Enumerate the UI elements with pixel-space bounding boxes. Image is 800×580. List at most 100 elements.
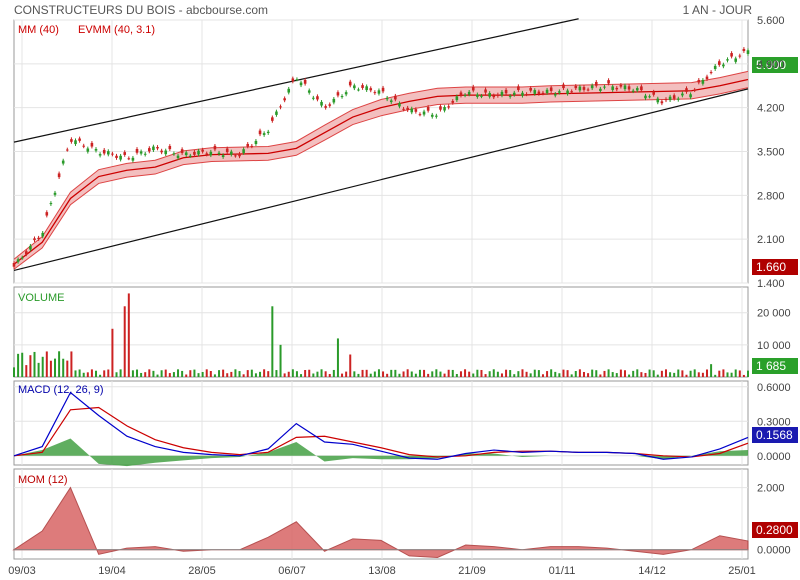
- candle-body: [451, 100, 455, 103]
- volume-bar: [82, 372, 85, 377]
- candle-body: [607, 80, 610, 84]
- candle-body: [361, 85, 364, 88]
- volume-bar: [394, 369, 397, 377]
- volume-bar: [431, 371, 434, 377]
- volume-bar: [115, 372, 118, 377]
- volume-bar: [451, 369, 454, 377]
- y-tick-label: 0.6000: [757, 382, 791, 394]
- candle-body: [455, 96, 459, 101]
- volume-bar: [353, 371, 356, 377]
- x-tick-label: 21/09: [458, 565, 486, 577]
- candle-body: [119, 155, 122, 160]
- candle-body: [619, 84, 623, 87]
- candle-body: [303, 79, 307, 84]
- volume-bar: [37, 362, 40, 377]
- candle-body: [705, 76, 709, 80]
- volume-bar: [361, 369, 364, 377]
- macd-line: [13, 391, 749, 460]
- y-tick-label: 0.0000: [757, 545, 791, 557]
- volume-bar: [111, 328, 114, 377]
- y-tick-label: 4.900: [757, 59, 785, 71]
- candle-body: [480, 95, 483, 97]
- candle-body: [726, 59, 729, 61]
- volume-bar: [33, 351, 36, 377]
- volume-bar: [410, 371, 413, 377]
- volume-bar: [591, 369, 594, 377]
- candle-body: [139, 151, 143, 154]
- candle-body: [648, 96, 651, 98]
- volume-title: VOLUME: [18, 292, 64, 304]
- x-tick-label: 01/11: [549, 565, 576, 577]
- candle-body: [623, 85, 627, 90]
- volume-bar: [254, 373, 257, 377]
- momentum-title: MOM (12): [18, 474, 68, 486]
- volume-bar: [521, 369, 524, 377]
- volume-bar: [308, 369, 311, 377]
- candle-body: [123, 152, 127, 155]
- volume-bar: [554, 371, 557, 377]
- volume-bar: [705, 369, 708, 377]
- chart-svg: MM (40) EVMM (40, 3.1)5.0001.660 VOLUME1 …: [8, 15, 798, 577]
- volume-bar: [119, 369, 122, 377]
- y-tick-label: 3.500: [757, 147, 785, 159]
- volume-bar: [607, 369, 610, 377]
- volume-bar: [54, 358, 57, 377]
- candle-body: [562, 84, 565, 89]
- candle-body: [422, 111, 426, 115]
- candle-body: [582, 87, 586, 90]
- volume-bar: [95, 370, 98, 377]
- candle-body: [164, 150, 168, 155]
- volume-bar: [70, 351, 73, 377]
- candle-body: [33, 238, 36, 241]
- candle-body: [389, 100, 393, 103]
- volume-bar: [99, 374, 102, 377]
- candle-body: [529, 87, 532, 91]
- volume-bar: [685, 374, 688, 377]
- macd-title: MACD (12, 26, 9): [18, 384, 104, 396]
- volume-bar: [541, 374, 544, 377]
- candle-body: [201, 149, 204, 152]
- volume-bar: [283, 373, 286, 377]
- volume-bar: [566, 370, 569, 377]
- volume-bar: [603, 370, 606, 377]
- volume-bar: [160, 370, 163, 377]
- volume-bar: [234, 369, 237, 377]
- candle-body: [143, 153, 147, 155]
- x-tick-label: 28/05: [188, 565, 216, 577]
- price-low-badge: 1.660: [756, 260, 786, 274]
- volume-bar: [271, 306, 274, 377]
- candle-body: [635, 88, 639, 91]
- volume-bar: [587, 373, 590, 377]
- macd-panel-frame: [13, 380, 749, 466]
- candle-body: [299, 82, 303, 86]
- candle-body: [238, 153, 241, 157]
- volume-bar: [41, 356, 44, 377]
- candle-body: [344, 92, 348, 95]
- volume-bar: [74, 370, 77, 377]
- candle-body: [570, 91, 573, 93]
- candle-body: [484, 89, 487, 93]
- legend-evmm: EVMM (40, 3.1): [78, 24, 155, 36]
- candle-body: [668, 96, 672, 101]
- volume-bar: [472, 373, 475, 377]
- candle-body: [410, 108, 414, 113]
- candle-body: [152, 146, 155, 151]
- candle-body: [611, 86, 614, 90]
- candle-body: [94, 148, 98, 151]
- macd-signal-line: [13, 406, 749, 458]
- macd-last-badge: 0.1568: [756, 428, 793, 442]
- volume-bar: [78, 369, 81, 377]
- volume-bar: [701, 372, 704, 377]
- volume-bar: [537, 370, 540, 377]
- candle-body: [738, 55, 742, 57]
- volume-bar: [185, 374, 188, 377]
- candle-body: [107, 151, 110, 155]
- volume-bar: [496, 371, 499, 377]
- candle-body: [234, 155, 237, 157]
- candle-body: [553, 93, 557, 96]
- candle-body: [713, 65, 717, 70]
- volume-bar: [710, 364, 713, 377]
- volume-bar: [558, 373, 561, 377]
- volume-bar: [205, 369, 208, 377]
- candle-body: [258, 130, 262, 135]
